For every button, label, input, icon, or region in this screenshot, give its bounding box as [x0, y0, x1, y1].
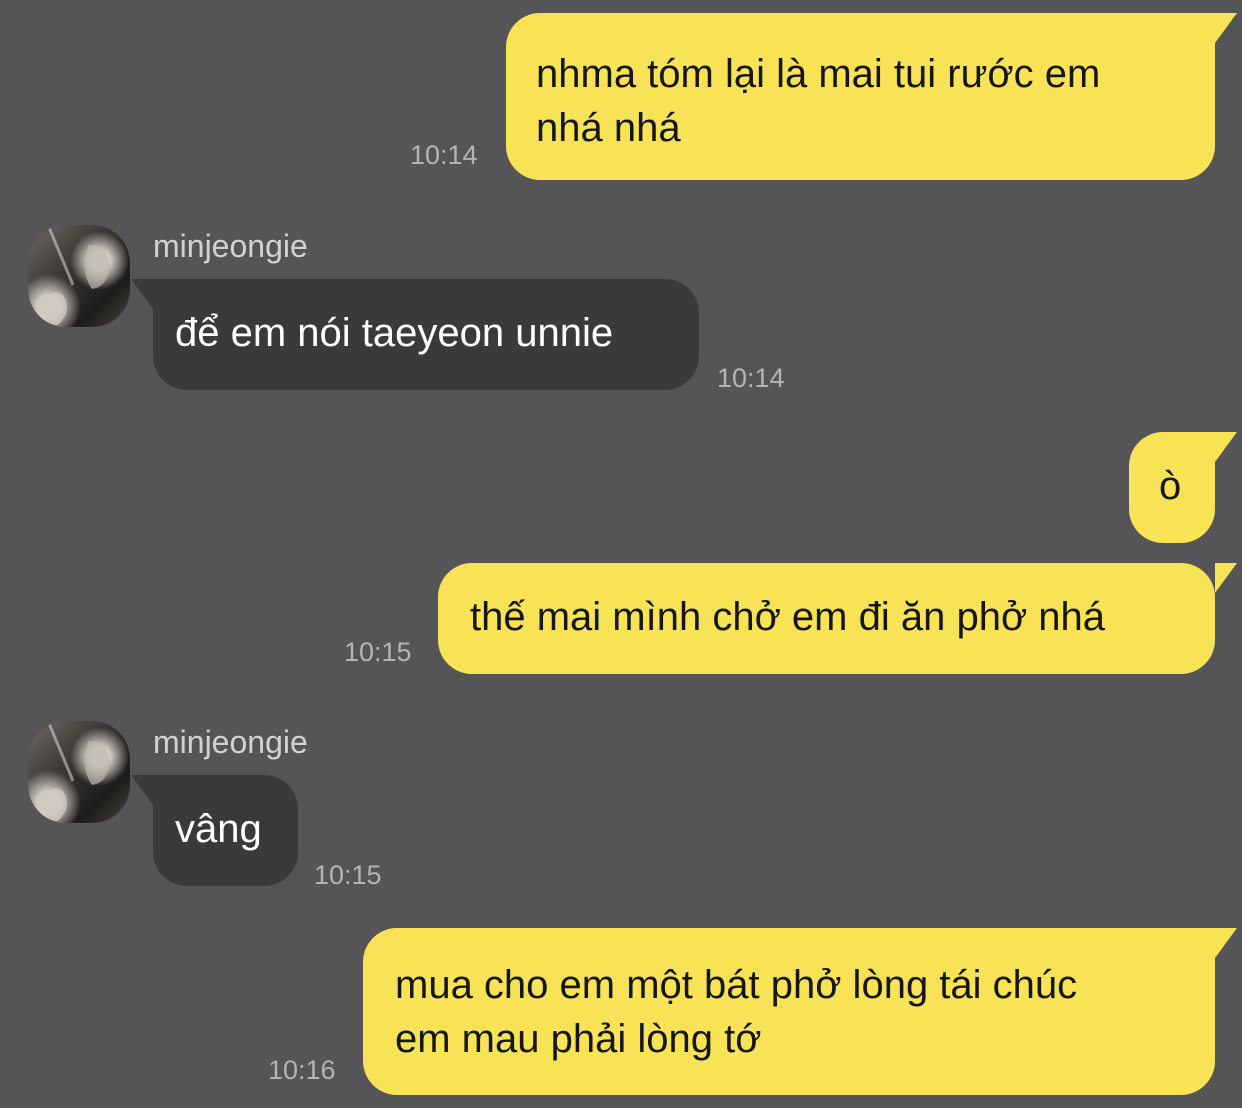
- timestamp: 10:16: [268, 1055, 336, 1085]
- timestamp: 10:15: [314, 860, 382, 890]
- outgoing-message-bubble[interactable]: ò: [1129, 432, 1237, 543]
- profile-photo-avatar: [28, 721, 110, 823]
- incoming-message-bubble[interactable]: vâng: [131, 775, 298, 886]
- timestamp: 10:15: [344, 637, 412, 667]
- sender-name: minjeongie: [153, 724, 308, 760]
- outgoing-message-bubble[interactable]: mua cho em một bát phở lòng tái chúc em …: [363, 928, 1237, 1095]
- timestamp: 10:14: [717, 363, 785, 393]
- contact-avatar[interactable]: [28, 225, 130, 327]
- contact-avatar[interactable]: [28, 721, 130, 823]
- incoming-message-bubble[interactable]: để em nói taeyeon unnie: [131, 279, 699, 390]
- outgoing-message-bubble[interactable]: thế mai mình chở em đi ăn phở nhá: [438, 563, 1237, 674]
- sender-name: minjeongie: [153, 228, 308, 264]
- profile-photo-avatar: [28, 225, 110, 327]
- timestamp: 10:14: [410, 140, 478, 170]
- outgoing-message-bubble[interactable]: nhma tóm lại là mai tui rước em nhá nhá: [506, 13, 1237, 180]
